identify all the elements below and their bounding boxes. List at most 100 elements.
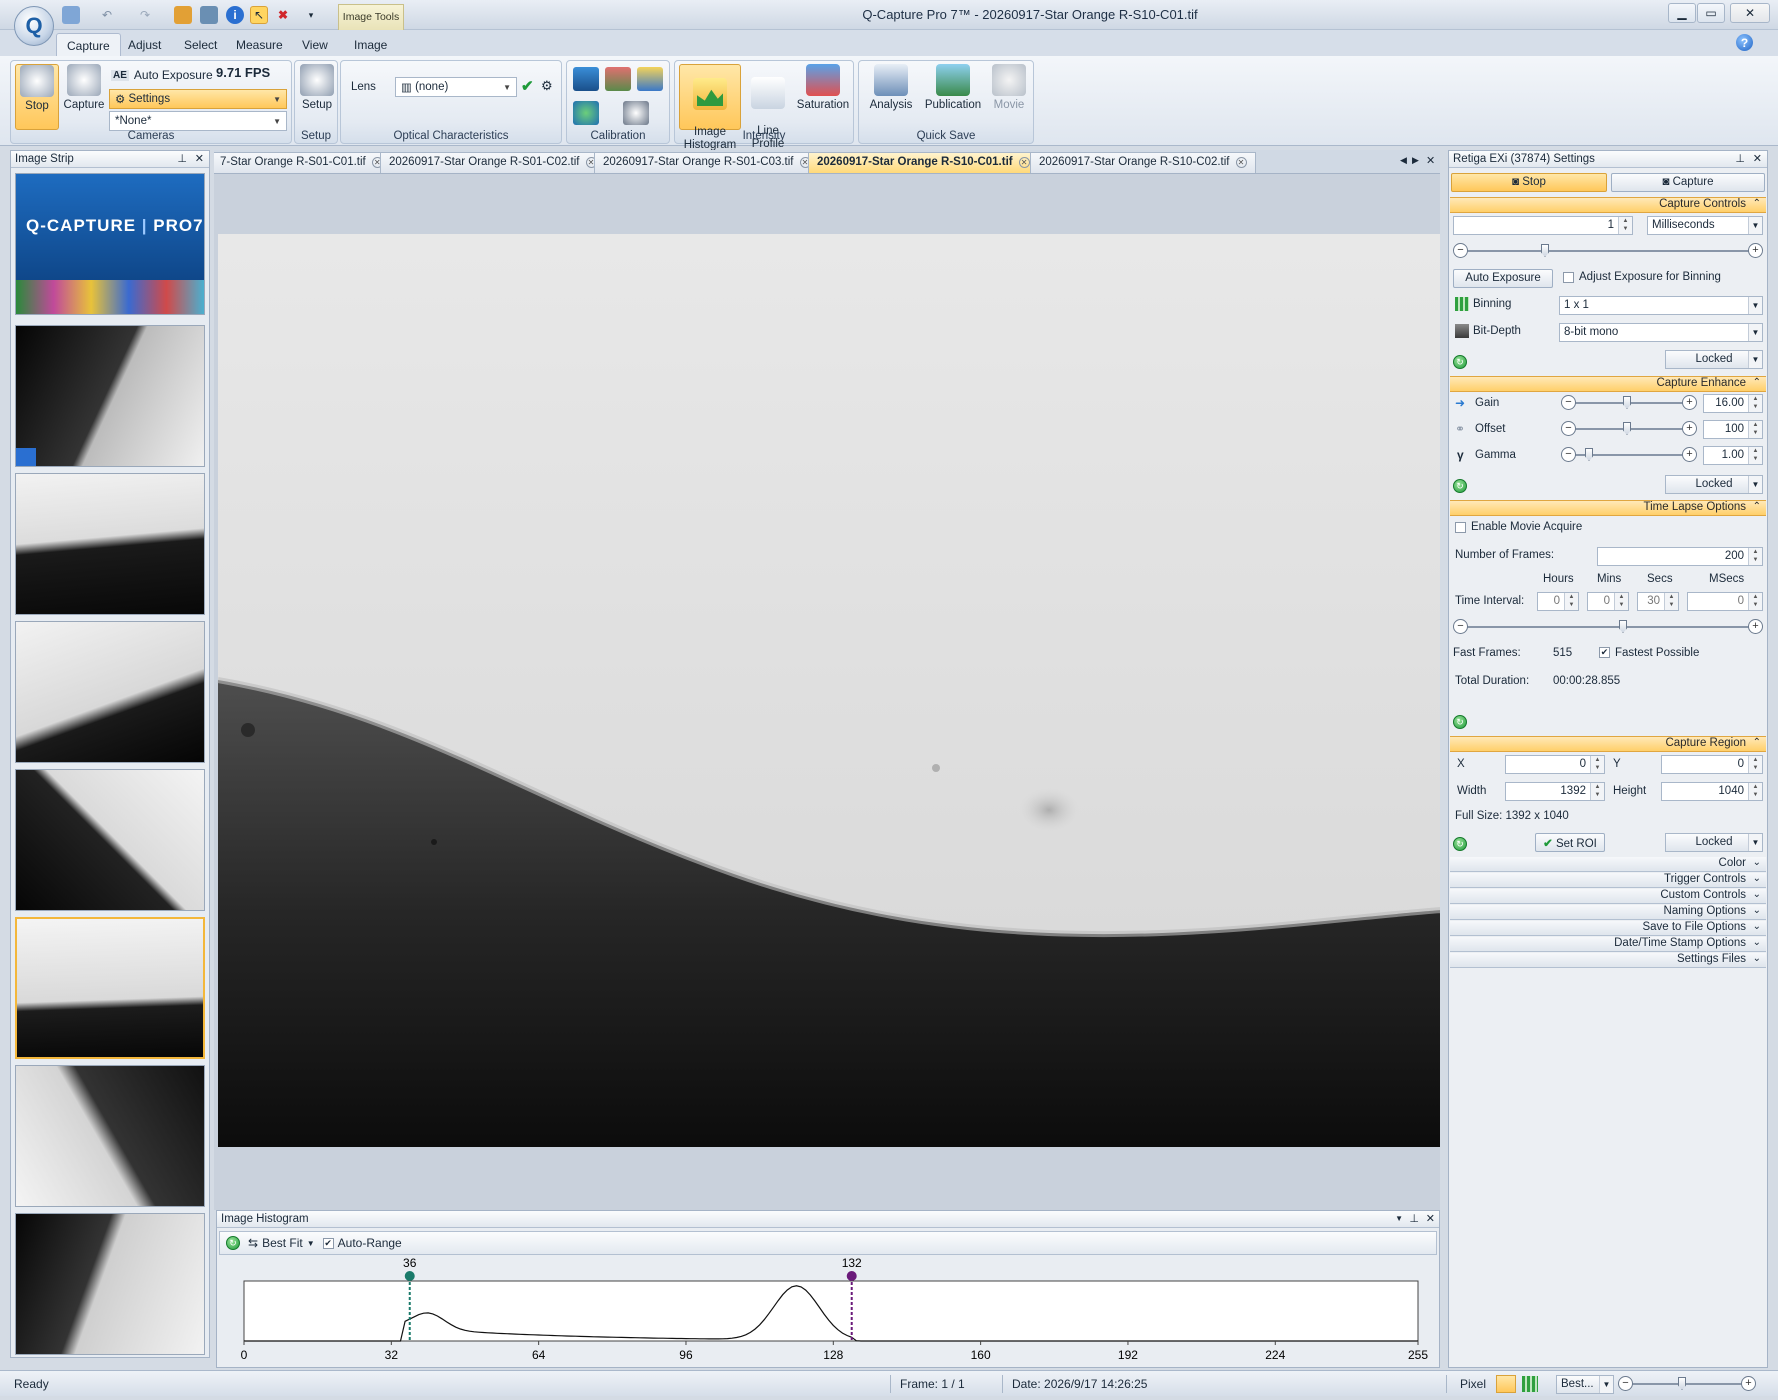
best-fit-dropdown[interactable]: ⇆ Best Fit ▼ (248, 1236, 315, 1250)
set-roi-button[interactable]: ✔ Set ROI (1535, 833, 1605, 852)
exposure-input[interactable]: 1 ▲ ▼ (1453, 216, 1633, 235)
gain-input[interactable]: 16.00 ▲ ▼ (1703, 394, 1763, 413)
minimize-icon[interactable]: ▁ (1668, 3, 1696, 23)
scroll-left-icon[interactable]: ◀ (1400, 155, 1407, 166)
grid-view-icon[interactable] (1522, 1376, 1538, 1392)
close-icon[interactable]: ✕ (1753, 152, 1762, 165)
customize-qat-icon[interactable]: ▾ (302, 6, 320, 24)
ruler-icon[interactable] (637, 67, 663, 91)
analysis-button[interactable]: Analysis (865, 64, 917, 112)
image-viewer[interactable] (214, 174, 1440, 1210)
doc-tab[interactable]: 20260917-Star Orange R-S01-C03.tif ✕ (594, 152, 820, 173)
close-icon[interactable]: ✕ (1426, 1212, 1435, 1225)
slider-thumb[interactable] (1623, 422, 1631, 435)
spinner-icon[interactable]: ▲ ▼ (1664, 593, 1678, 610)
print-icon[interactable] (200, 6, 218, 24)
flat-field-icon[interactable] (605, 67, 631, 91)
section-naming-options[interactable]: Naming Options ⌄ (1450, 905, 1766, 920)
minus-icon[interactable]: − (1453, 619, 1468, 634)
spinner-icon[interactable]: ▲ ▼ (1748, 395, 1762, 412)
thumbnail-image[interactable] (15, 325, 205, 467)
plus-icon[interactable]: + (1682, 447, 1697, 462)
zoom-slider[interactable]: − + (1618, 1376, 1756, 1392)
publication-button[interactable]: Publication (921, 64, 985, 112)
edit-icon[interactable] (174, 6, 192, 24)
binning-dropdown[interactable]: 1 x 1 ▼ (1559, 296, 1763, 315)
section-settings-files[interactable]: Settings Files ⌄ (1450, 953, 1766, 968)
new-icon[interactable] (62, 6, 80, 24)
lock-dropdown[interactable]: Locked ▼ (1665, 475, 1763, 494)
pin-icon[interactable]: ⊥ (177, 152, 187, 165)
minus-icon[interactable]: − (1618, 1376, 1633, 1391)
thumbnail-image[interactable] (15, 1213, 205, 1355)
histogram-chart[interactable]: 36 132 0 32 64 96 128 160 192 224 255 (217, 1257, 1439, 1369)
refresh-icon[interactable]: ↻ (226, 1236, 240, 1250)
settings-stop-button[interactable]: ◙ Stop (1451, 173, 1607, 192)
spinner-icon[interactable]: ▲ ▼ (1590, 783, 1604, 800)
enable-movie-checkbox[interactable] (1455, 522, 1466, 533)
thumbnail-image-selected[interactable] (15, 917, 205, 1059)
undo-icon[interactable]: ↶ (98, 6, 116, 24)
thumbnail-image[interactable] (15, 621, 205, 763)
close-icon[interactable]: ✕ (195, 152, 204, 165)
height-input[interactable]: 1040 ▲ ▼ (1661, 782, 1763, 801)
capture-region-header[interactable]: Capture Region ⌃ (1450, 736, 1766, 752)
pointer-icon[interactable]: ↖ (250, 6, 268, 24)
spinner-icon[interactable]: ▲ ▼ (1564, 593, 1578, 610)
help-icon[interactable]: ? (1736, 34, 1753, 51)
plus-icon[interactable]: + (1741, 1376, 1756, 1391)
offset-input[interactable]: 100 ▲ ▼ (1703, 420, 1763, 439)
spinner-icon[interactable]: ▲ ▼ (1748, 783, 1762, 800)
auto-exposure-button[interactable]: AE Auto Exposure (111, 68, 213, 82)
chevron-down-icon[interactable]: ▼ (1395, 1214, 1403, 1223)
close-tab-icon[interactable]: ✕ (1235, 157, 1247, 168)
settings-dropdown[interactable]: ⚙ Settings ▼ (109, 89, 287, 109)
thumbnail-splash[interactable]: Q-CAPTURE | PRO7 (15, 173, 205, 315)
close-tab-icon[interactable]: ✕ (1018, 157, 1030, 168)
interval-slider[interactable]: − + (1453, 619, 1763, 635)
width-input[interactable]: 1392 ▲ ▼ (1505, 782, 1605, 801)
interval-mins-input[interactable]: 0 ▲ ▼ (1587, 592, 1629, 611)
lock-dropdown[interactable]: Locked ▼ (1665, 833, 1763, 852)
capture-controls-header[interactable]: Capture Controls ⌃ (1450, 197, 1766, 213)
thumbnail-image[interactable] (15, 769, 205, 911)
thumbnail-image[interactable] (15, 1065, 205, 1207)
doc-tab[interactable]: 7-Star Orange R-S01-C01.tif ✕ (214, 152, 392, 173)
frames-input[interactable]: 200 ▲ ▼ (1597, 547, 1763, 566)
spinner-icon[interactable]: ▲ ▼ (1748, 447, 1762, 464)
tab-view[interactable]: View (292, 33, 338, 56)
tab-capture[interactable]: Capture (56, 33, 121, 56)
spinner-icon[interactable]: ▲ ▼ (1748, 421, 1762, 438)
camera-calibration-icon[interactable] (623, 101, 649, 125)
tab-select[interactable]: Select (174, 33, 227, 56)
bit-depth-dropdown[interactable]: 8-bit mono ▼ (1559, 323, 1763, 342)
close-all-icon[interactable]: ✕ (1426, 154, 1435, 167)
tab-measure[interactable]: Measure (226, 33, 293, 56)
minus-icon[interactable]: − (1453, 243, 1468, 258)
section-date-time-stamp[interactable]: Date/Time Stamp Options ⌄ (1450, 937, 1766, 952)
checkmark-icon[interactable]: ✔ (521, 77, 534, 95)
thumbnail-image[interactable] (15, 473, 205, 615)
application-menu-icon[interactable]: Q (14, 6, 54, 46)
spinner-icon[interactable]: ▲ ▼ (1748, 756, 1762, 773)
setup-button[interactable]: Setup (297, 64, 337, 112)
slider-thumb[interactable] (1619, 620, 1627, 633)
fastest-possible-checkbox[interactable]: ✔ (1599, 647, 1610, 658)
doc-tab[interactable]: 20260917-Star Orange R-S10-C02.tif ✕ (1030, 152, 1256, 173)
capture-button[interactable]: Capture (61, 64, 107, 112)
interval-secs-input[interactable]: 30 ▲ ▼ (1637, 592, 1679, 611)
close-icon[interactable]: ✕ (1730, 3, 1770, 23)
offset-slider[interactable]: − + (1561, 421, 1697, 437)
calibration-icon[interactable] (573, 67, 599, 91)
gamma-input[interactable]: 1.00 ▲ ▼ (1703, 446, 1763, 465)
plus-icon[interactable]: + (1748, 243, 1763, 258)
exposure-unit-dropdown[interactable]: Milliseconds ▼ (1647, 216, 1763, 235)
pin-icon[interactable]: ⊥ (1409, 1212, 1419, 1225)
tab-image[interactable]: Image (344, 33, 397, 56)
saturation-button[interactable]: Saturation (793, 64, 853, 112)
preset-dropdown[interactable]: *None* ▼ (109, 111, 287, 131)
captured-image[interactable] (214, 174, 1440, 1210)
info-icon[interactable]: i (226, 6, 244, 24)
x-input[interactable]: 0 ▲ ▼ (1505, 755, 1605, 774)
slider-thumb[interactable] (1541, 244, 1549, 257)
